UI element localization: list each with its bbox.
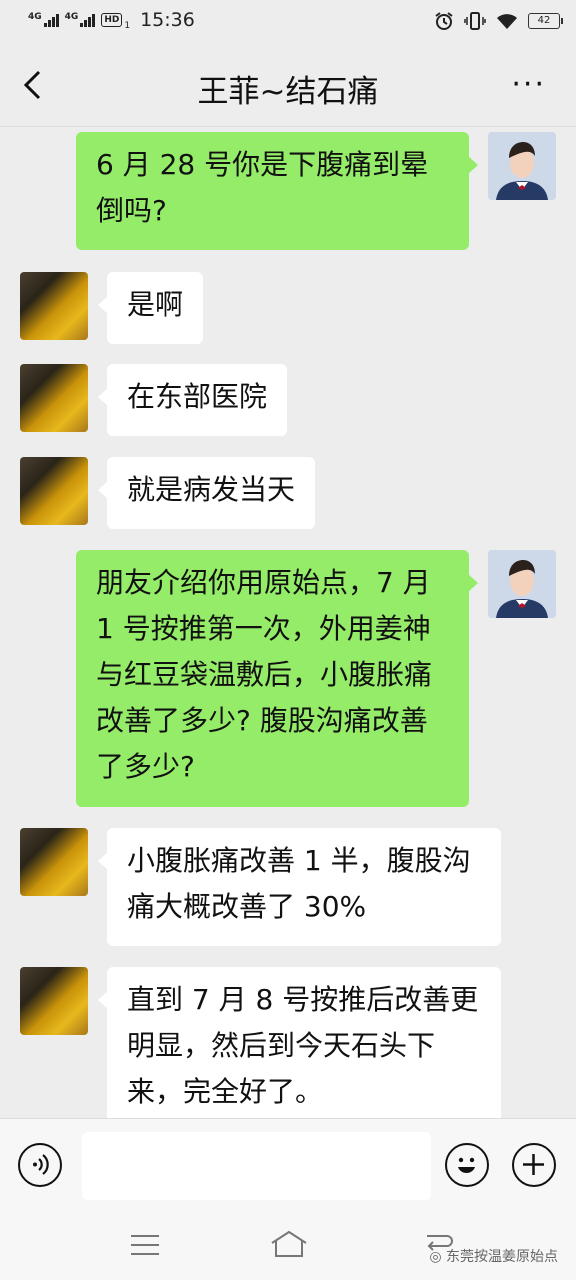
home-icon[interactable] (270, 1230, 308, 1258)
received-message-bubble[interactable]: 是啊 (97, 272, 204, 344)
contact-avatar[interactable] (20, 828, 88, 896)
chat-input-bar (0, 1118, 576, 1209)
wifi-icon (497, 14, 517, 29)
network-type-1: 4G (28, 12, 42, 22)
chat-header: 王菲~结石痛 ··· (0, 44, 576, 127)
more-options-icon[interactable]: ··· (511, 70, 546, 100)
contact-avatar[interactable] (20, 967, 88, 1035)
signal-icon-2: 4G (65, 13, 96, 27)
received-message-bubble[interactable]: 直到 7 月 8 号按推后改善更明显，然后到今天石头下来，完全好了。 (98, 967, 501, 1118)
contact-avatar[interactable] (20, 272, 88, 340)
chat-title: 王菲~结石痛 (197, 74, 379, 110)
hd-sub: 1 (124, 21, 131, 31)
add-more-icon[interactable] (512, 1143, 556, 1187)
my-avatar[interactable] (488, 550, 556, 618)
hd-badge: HD (101, 13, 123, 27)
status-bar: 4G 4G HD 1 15:36 42 (0, 0, 576, 44)
sent-message-bubble[interactable]: 朋友介绍你用原始点，7 月 1 号按推第一次，外用姜神与红豆袋温敷后，小腹胀痛改… (76, 550, 478, 807)
watermark: ◎ 东莞按温姜原始点 (429, 1246, 558, 1266)
received-message-bubble[interactable]: 小腹胀痛改善 1 半，腹股沟痛大概改善了 30% (98, 828, 501, 946)
sent-message-bubble[interactable]: 6 月 28 号你是下腹痛到晕倒吗? (76, 132, 478, 250)
emoji-icon[interactable] (445, 1143, 489, 1187)
message-list[interactable]: 6 月 28 号你是下腹痛到晕倒吗? 是啊 在东部医院 就是病发当天 朋友介绍你… (0, 126, 576, 1118)
menu-icon[interactable] (130, 1234, 160, 1256)
battery-icon: 42 (528, 13, 563, 29)
vibrate-icon (464, 12, 486, 30)
system-navigation-bar: ◎ 东莞按温姜原始点 (0, 1208, 576, 1280)
voice-input-icon[interactable] (18, 1143, 62, 1187)
contact-avatar[interactable] (20, 457, 88, 525)
status-time: 15:36 (140, 9, 195, 31)
signal-icon-1: 4G (28, 13, 59, 27)
watermark-text: 东莞按温姜原始点 (446, 1249, 558, 1265)
alarm-icon (435, 12, 453, 30)
wechat-logo-icon: ◎ (429, 1249, 446, 1265)
contact-avatar[interactable] (20, 364, 88, 432)
received-message-bubble[interactable]: 在东部医院 (97, 364, 288, 436)
my-avatar[interactable] (488, 132, 556, 200)
network-type-2: 4G (64, 12, 79, 22)
battery-level: 42 (537, 15, 551, 26)
message-input[interactable] (82, 1132, 431, 1200)
received-message-bubble[interactable]: 就是病发当天 (97, 457, 316, 529)
